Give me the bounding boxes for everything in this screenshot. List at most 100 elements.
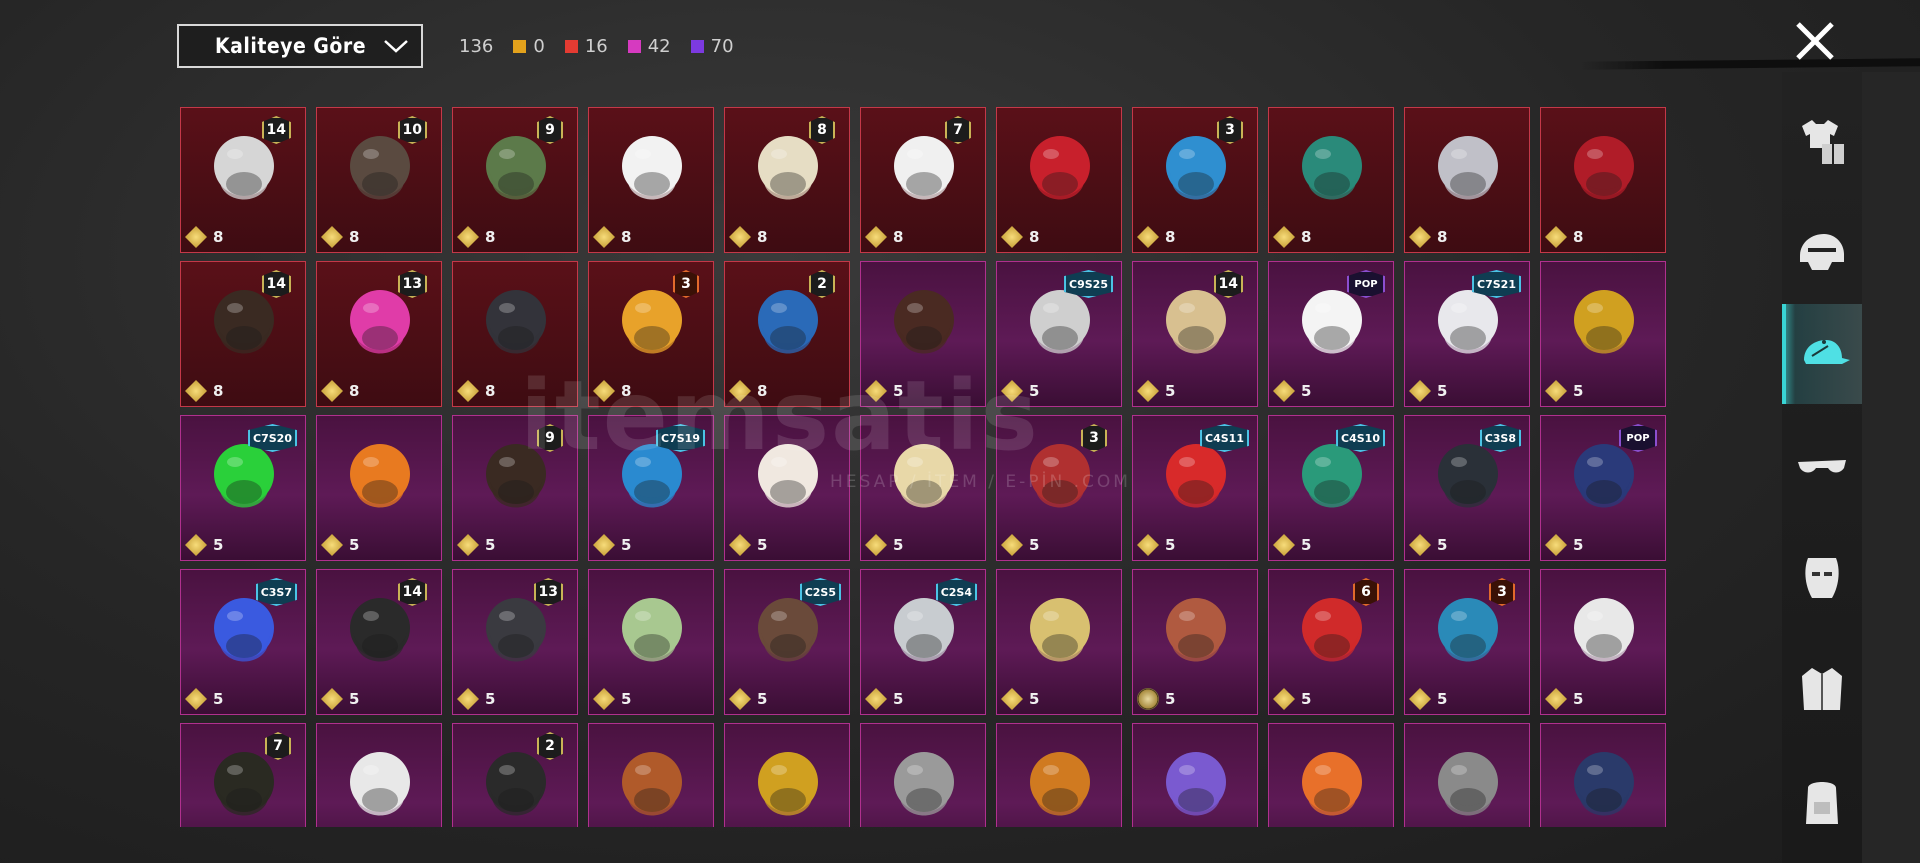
item-card[interactable] <box>1540 723 1666 827</box>
sort-dropdown-label: Kaliteye Göre <box>215 34 367 58</box>
item-card[interactable]: C2S5 5 <box>724 569 850 715</box>
item-count-value: 5 <box>349 690 360 708</box>
item-card[interactable] <box>588 723 714 827</box>
tab-mask[interactable] <box>1782 528 1862 628</box>
item-card[interactable]: 8 <box>996 107 1122 253</box>
item-card[interactable]: 38 <box>1132 107 1258 253</box>
count-uncommon-value: 70 <box>710 36 734 57</box>
item-count-value: 8 <box>893 228 904 246</box>
item-count: 5 <box>457 688 495 710</box>
item-count: 5 <box>1273 688 1311 710</box>
item-count: 5 <box>1545 688 1583 710</box>
item-count: 8 <box>1001 226 1039 248</box>
item-count-value: 5 <box>621 536 632 554</box>
coin-icon <box>1409 226 1431 248</box>
tab-eyewear[interactable] <box>1782 416 1862 516</box>
coin-icon <box>1273 688 1295 710</box>
category-sidebar <box>1782 72 1862 863</box>
headwear-item-icon <box>1030 598 1090 662</box>
coin-icon <box>1137 534 1159 556</box>
tab-jacket[interactable] <box>1782 640 1862 740</box>
sort-dropdown[interactable]: Kaliteye Göre <box>177 24 423 68</box>
tab-headwear[interactable] <box>1782 304 1862 404</box>
outfit-icon <box>1802 120 1844 164</box>
total-count: 136 <box>459 36 494 57</box>
watermark-subtitle: HESAP / İTEM / E-PİN .COM <box>830 472 1131 492</box>
item-card[interactable]: 5 <box>1132 569 1258 715</box>
coin-icon <box>457 380 479 402</box>
quality-counts: 136 0 16 42 70 <box>459 36 734 57</box>
item-card[interactable]: 13 5 <box>452 569 578 715</box>
item-card[interactable]: 88 <box>724 107 850 253</box>
tab-backpack[interactable] <box>1782 752 1862 852</box>
tab-helmet[interactable] <box>1782 204 1862 304</box>
headwear-item-icon <box>486 290 546 354</box>
coin-icon <box>185 534 207 556</box>
item-card[interactable]: 35 <box>1404 569 1530 715</box>
item-card[interactable]: 8 <box>1404 107 1530 253</box>
item-count-value: 5 <box>1301 382 1312 400</box>
item-card[interactable]: C7S20 5 <box>180 415 306 561</box>
item-card[interactable]: 10 8 <box>316 107 442 253</box>
item-card[interactable] <box>1132 723 1258 827</box>
item-count-value: 5 <box>485 536 496 554</box>
item-card[interactable] <box>996 723 1122 827</box>
count-epic: 16 <box>564 36 608 57</box>
item-card[interactable]: C3S8 5 <box>1404 415 1530 561</box>
item-card[interactable]: 65 <box>1268 569 1394 715</box>
item-card[interactable]: C4S11 5 <box>1132 415 1258 561</box>
item-count: 5 <box>1409 688 1447 710</box>
coin-icon <box>1273 226 1295 248</box>
headwear-item-icon <box>622 752 682 816</box>
item-card[interactable]: 14 5 <box>1132 261 1258 407</box>
headwear-item-icon <box>622 136 682 200</box>
item-card[interactable]: 5 <box>588 569 714 715</box>
item-count: 5 <box>1137 688 1175 710</box>
item-card[interactable]: 7 <box>180 723 306 827</box>
item-card[interactable]: C3S7 5 <box>180 569 306 715</box>
item-card[interactable] <box>724 723 850 827</box>
close-icon[interactable] <box>1790 16 1840 66</box>
coin-icon <box>1273 534 1295 556</box>
count-rare-value: 42 <box>647 36 671 57</box>
item-count-value: 5 <box>1573 536 1584 554</box>
coin-icon <box>729 226 751 248</box>
right-edge-bar <box>1862 72 1920 863</box>
item-card[interactable]: 14 8 <box>180 261 306 407</box>
item-count: 5 <box>1545 534 1583 556</box>
item-card[interactable]: 13 8 <box>316 261 442 407</box>
item-count-value: 5 <box>485 690 496 708</box>
item-card[interactable] <box>316 723 442 827</box>
item-card[interactable]: 5 <box>1540 569 1666 715</box>
item-card[interactable]: 5 <box>1540 261 1666 407</box>
item-card[interactable] <box>1404 723 1530 827</box>
coin-icon <box>321 534 343 556</box>
item-count: 5 <box>1273 380 1311 402</box>
headwear-item-icon <box>758 752 818 816</box>
item-card[interactable]: 14 5 <box>316 569 442 715</box>
item-card[interactable]: C7S21 5 <box>1404 261 1530 407</box>
item-count-value: 5 <box>1029 536 1040 554</box>
item-card[interactable] <box>1268 723 1394 827</box>
item-card[interactable]: 78 <box>860 107 986 253</box>
tab-outfit[interactable] <box>1782 92 1862 192</box>
item-card[interactable] <box>860 723 986 827</box>
item-card[interactable]: 5 <box>316 415 442 561</box>
item-card[interactable]: C2S4 5 <box>860 569 986 715</box>
item-card[interactable]: 2 <box>452 723 578 827</box>
item-card[interactable]: POP 5 <box>1268 261 1394 407</box>
item-card[interactable]: 8 <box>1540 107 1666 253</box>
item-count-value: 8 <box>213 228 224 246</box>
headwear-item-icon <box>894 290 954 354</box>
item-card[interactable]: 8 <box>588 107 714 253</box>
item-card[interactable]: C4S10 5 <box>1268 415 1394 561</box>
item-count-value: 5 <box>213 536 224 554</box>
item-card[interactable]: 98 <box>452 107 578 253</box>
item-card[interactable]: 5 <box>996 569 1122 715</box>
item-count: 8 <box>321 226 359 248</box>
item-card[interactable]: 14 8 <box>180 107 306 253</box>
item-card[interactable]: POP 5 <box>1540 415 1666 561</box>
item-card[interactable]: 8 <box>1268 107 1394 253</box>
item-count: 5 <box>865 688 903 710</box>
coin-icon <box>185 226 207 248</box>
